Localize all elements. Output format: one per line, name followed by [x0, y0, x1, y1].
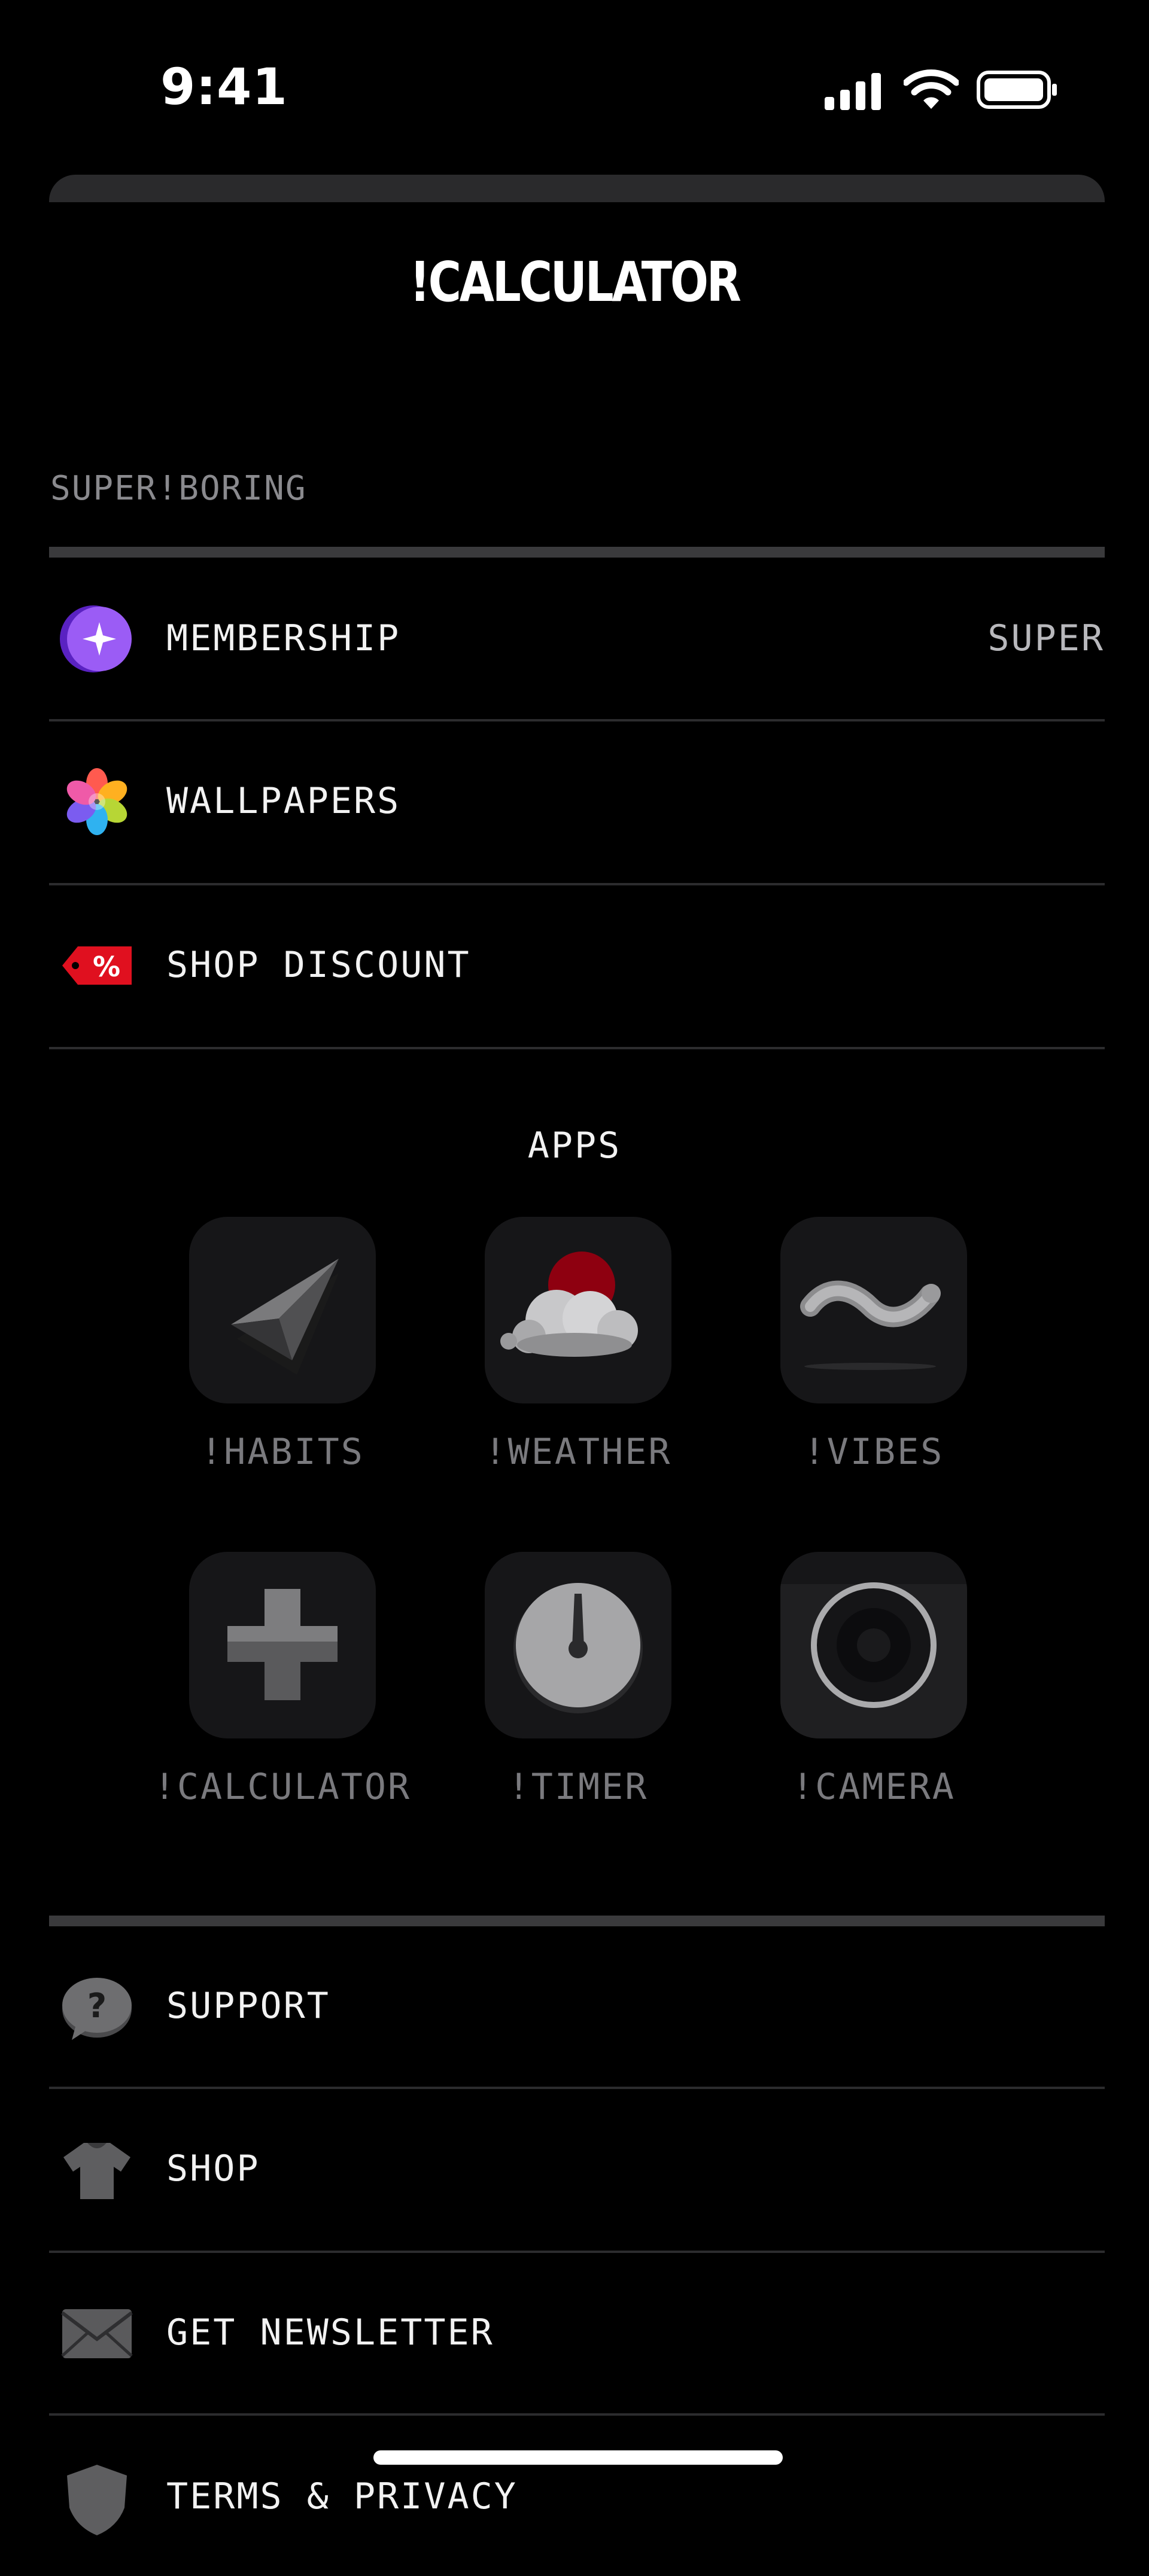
- app-habits-tile[interactable]: [189, 1217, 376, 1403]
- shop-discount-label: SHOP DISCOUNT: [166, 944, 471, 986]
- wallpapers-label: WALLPAPERS: [166, 780, 401, 822]
- sheet-grabber[interactable]: [49, 175, 1105, 203]
- app-timer-label: !TIMER: [507, 1766, 649, 1808]
- shop-label: SHOP: [166, 2148, 260, 2190]
- shop-row[interactable]: SHOP: [49, 2089, 1105, 2249]
- status-icons: [825, 67, 1058, 110]
- membership-value: SUPER: [987, 617, 1105, 659]
- timer-dial-icon: [513, 1583, 643, 1713]
- battery-icon: [977, 71, 1057, 109]
- vibes-wave-icon: [800, 1280, 941, 1370]
- terms-label: TERMS & PRIVACY: [166, 2475, 518, 2517]
- membership-star-icon: [60, 605, 132, 672]
- page-title: !CALCULATOR: [409, 250, 741, 314]
- wallpapers-flower-icon: [66, 768, 127, 835]
- camera-lens-icon: [780, 1582, 967, 1738]
- home-indicator[interactable]: [373, 2450, 783, 2465]
- status-bar: 9:41: [0, 0, 1149, 173]
- cellular-signal-icon: [825, 73, 881, 110]
- newsletter-row[interactable]: GET NEWSLETTER: [49, 2253, 1105, 2413]
- support-row[interactable]: ? SUPPORT: [49, 1926, 1105, 2087]
- app-timer[interactable]: !TIMER: [411, 1552, 746, 1815]
- app-camera-label: !CAMERA: [792, 1766, 956, 1808]
- app-habits[interactable]: !HABITS: [115, 1217, 450, 1480]
- shop-tshirt-icon: [63, 2143, 130, 2199]
- app-camera-tile[interactable]: [780, 1552, 967, 1738]
- apps-section-title: APPS: [527, 1125, 622, 1167]
- newsletter-label: GET NEWSLETTER: [166, 2312, 494, 2353]
- app-calculator-label: !CALCULATOR: [153, 1766, 412, 1808]
- wifi-icon: [904, 69, 959, 109]
- habits-arrow-icon: [231, 1259, 339, 1375]
- app-weather-label: !WEATHER: [484, 1431, 672, 1473]
- section-divider: [49, 547, 1105, 558]
- weather-cloud-icon: [500, 1252, 638, 1357]
- membership-row[interactable]: MEMBERSHIP SUPER: [49, 559, 1105, 719]
- newsletter-envelope-icon: [61, 2309, 133, 2358]
- row-divider: [49, 1047, 1105, 1049]
- svg-text:?: ?: [87, 1987, 107, 2026]
- discount-tag-icon: %: [62, 946, 132, 985]
- section-divider: [49, 1916, 1105, 1926]
- app-weather[interactable]: !WEATHER: [411, 1217, 746, 1480]
- app-weather-tile[interactable]: [485, 1217, 671, 1403]
- wallpapers-row[interactable]: WALLPAPERS: [49, 721, 1105, 882]
- brand-section-label: SUPER!BORING: [50, 469, 307, 508]
- app-vibes-label: !VIBES: [803, 1431, 944, 1473]
- app-calculator[interactable]: !CALCULATOR: [115, 1552, 450, 1815]
- app-habits-label: !HABITS: [200, 1431, 364, 1473]
- svg-text:%: %: [93, 951, 120, 983]
- shield-icon: [67, 2465, 127, 2535]
- support-label: SUPPORT: [166, 1985, 330, 2027]
- support-question-icon: ?: [62, 1978, 132, 2040]
- app-vibes[interactable]: !VIBES: [706, 1217, 1041, 1480]
- app-timer-tile[interactable]: [485, 1552, 671, 1738]
- app-camera[interactable]: !CAMERA: [706, 1552, 1041, 1815]
- calculator-plus-icon: [227, 1589, 338, 1700]
- app-vibes-tile[interactable]: [780, 1217, 967, 1403]
- status-time: 9:41: [160, 57, 288, 116]
- membership-label: MEMBERSHIP: [166, 617, 401, 659]
- shop-discount-row[interactable]: % SHOP DISCOUNT: [49, 885, 1105, 1046]
- app-calculator-tile[interactable]: [189, 1552, 376, 1738]
- terms-row[interactable]: TERMS & PRIVACY: [49, 2416, 1105, 2576]
